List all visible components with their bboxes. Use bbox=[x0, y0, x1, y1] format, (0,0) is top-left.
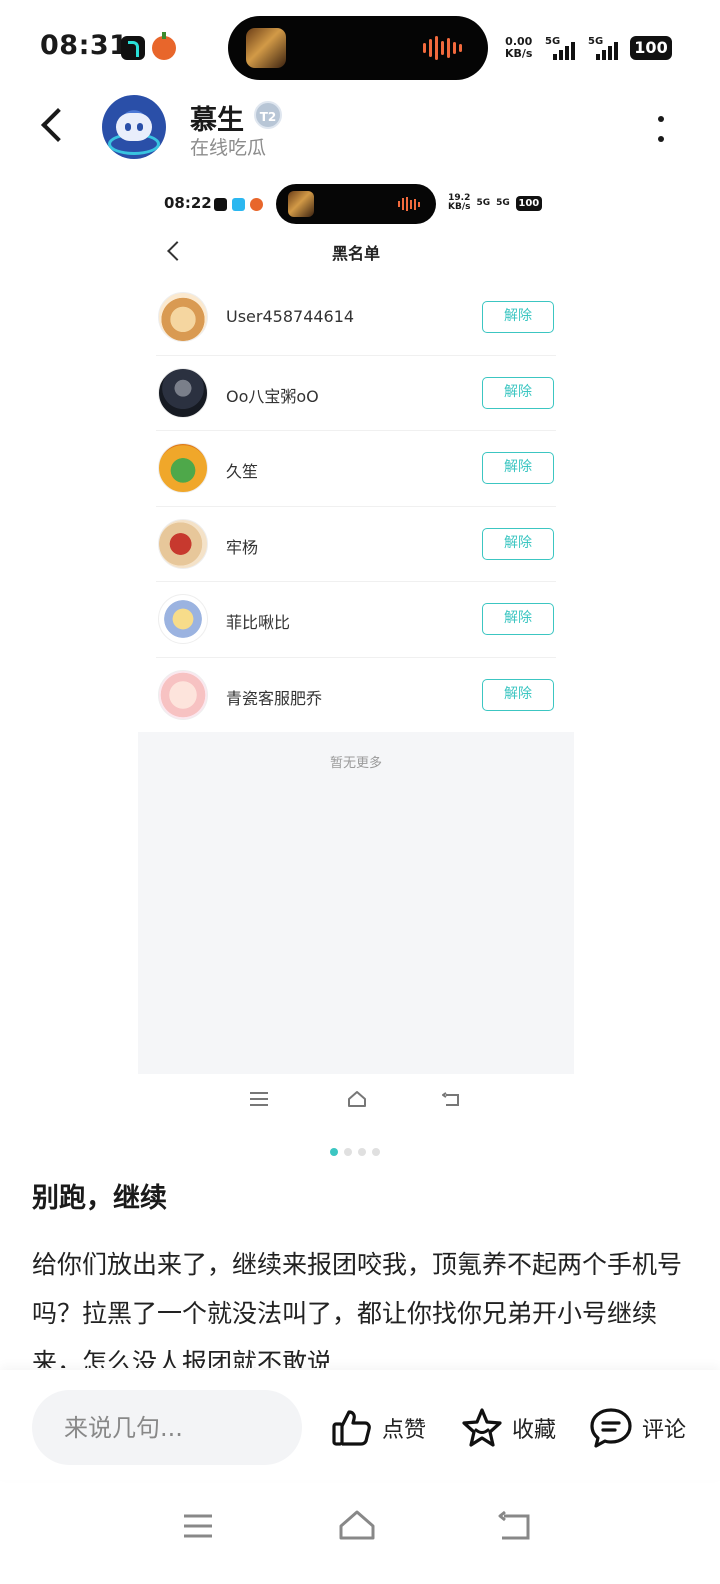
author-avatar[interactable] bbox=[102, 95, 166, 159]
action-bar: 点赞 收藏 评论 bbox=[0, 1370, 720, 1480]
comment-bubble-icon bbox=[590, 1408, 632, 1448]
post-image[interactable]: 08:22 19.2 KB/s 5G 5G 100 黑名单 User4587446… bbox=[138, 180, 574, 1120]
blocklist: User458744614 解除 Oo八宝粥oO 解除 久笙 解除 牢杨 解除 … bbox=[156, 280, 556, 734]
image-net-speed-unit: KB/s bbox=[448, 202, 471, 212]
blocked-user-avatar bbox=[158, 669, 208, 720]
favorite-label: 收藏 bbox=[512, 1418, 557, 1443]
image-pumpkin-icon bbox=[250, 198, 263, 211]
blocked-user-name: 菲比啾比 bbox=[226, 613, 291, 633]
tiktok-icon bbox=[121, 36, 145, 60]
no-more-text: 暂无更多 bbox=[329, 756, 382, 771]
image-dynamic-island bbox=[276, 184, 436, 224]
blocked-user-name: 青瓷客服肥乔 bbox=[226, 688, 323, 708]
signal-icon-1: 5G bbox=[545, 36, 583, 60]
like-label: 点赞 bbox=[382, 1418, 427, 1443]
album-art-icon bbox=[246, 28, 286, 68]
menu-icon[interactable] bbox=[182, 1512, 214, 1540]
home-icon[interactable] bbox=[337, 1508, 377, 1542]
image-home-icon bbox=[348, 1091, 366, 1107]
post-title: 别跑，继续 bbox=[32, 1183, 167, 1214]
battery-icon: 100 bbox=[630, 36, 672, 60]
unblock-button: 解除 bbox=[482, 603, 554, 636]
unblock-button: 解除 bbox=[482, 678, 554, 711]
back-button[interactable] bbox=[28, 100, 78, 154]
network-speed-unit: KB/s bbox=[505, 47, 533, 60]
comment-input[interactable] bbox=[32, 1390, 302, 1465]
unblock-button: 解除 bbox=[482, 452, 554, 485]
signal-icon-2: 5G bbox=[588, 36, 626, 60]
image-menu-icon bbox=[250, 1092, 268, 1106]
comment-button[interactable]: 评论 bbox=[588, 1406, 686, 1450]
image-signal-1: 5G bbox=[476, 198, 491, 208]
blocklist-row: Oo八宝粥oO 解除 bbox=[156, 356, 556, 432]
blocklist-row: 牢杨 解除 bbox=[156, 507, 556, 583]
return-icon[interactable] bbox=[496, 1510, 534, 1542]
blocklist-row: 久笙 解除 bbox=[156, 431, 556, 507]
blocklist-row: 青瓷客服肥乔 解除 bbox=[156, 658, 556, 734]
pager-dot bbox=[358, 1148, 366, 1156]
blocked-user-name: Oo八宝粥oO bbox=[226, 386, 319, 406]
star-icon bbox=[462, 1408, 502, 1447]
unblock-button: 解除 bbox=[482, 527, 554, 560]
image-battery-icon: 100 bbox=[515, 195, 542, 211]
image-tiktok-icon bbox=[214, 198, 227, 211]
unblock-button: 解除 bbox=[482, 376, 554, 409]
image-app-icon bbox=[232, 198, 245, 211]
network-speed: 0.00 KB/s bbox=[505, 36, 532, 60]
unblock-button: 解除 bbox=[482, 301, 554, 333]
pager-dot-active bbox=[330, 1148, 338, 1156]
blocked-user-avatar bbox=[158, 292, 208, 342]
blocklist-title: 黑名单 bbox=[331, 244, 380, 263]
dynamic-island[interactable] bbox=[228, 16, 488, 80]
blocklist-empty-area: 暂无更多 bbox=[138, 732, 574, 1074]
thumbs-up-icon bbox=[332, 1410, 371, 1446]
image-pager-dots bbox=[330, 1148, 380, 1156]
pager-dot bbox=[372, 1148, 380, 1156]
more-options-button[interactable] bbox=[648, 110, 674, 150]
like-button[interactable]: 点赞 bbox=[330, 1406, 426, 1450]
blocked-user-avatar bbox=[158, 594, 208, 645]
blocked-user-name: User458744614 bbox=[226, 307, 355, 326]
favorite-button[interactable]: 收藏 bbox=[460, 1406, 556, 1450]
image-net-speed: 19.2 KB/s bbox=[448, 194, 470, 212]
blocked-user-avatar bbox=[158, 518, 208, 569]
image-status-right: 19.2 KB/s 5G 5G 100 bbox=[448, 194, 542, 212]
pumpkin-app-icon bbox=[152, 32, 176, 60]
comment-label: 评论 bbox=[642, 1418, 687, 1443]
status-bar: 08:31 0.00 KB/s 5G 5G 100 bbox=[0, 0, 720, 96]
author-name[interactable]: 慕生 bbox=[190, 98, 244, 137]
blocked-user-name: 牢杨 bbox=[226, 537, 259, 557]
status-time: 08:31 bbox=[40, 30, 129, 61]
blocked-user-avatar bbox=[158, 367, 208, 418]
level-badge-icon: T2 bbox=[254, 101, 282, 129]
audio-wave-icon bbox=[423, 36, 462, 60]
image-status-time: 08:22 bbox=[164, 194, 212, 212]
blocked-user-avatar bbox=[158, 443, 208, 494]
blocked-user-name: 久笙 bbox=[226, 462, 259, 482]
author-status: 在线吃瓜 bbox=[190, 137, 267, 159]
blocklist-row: User458744614 解除 bbox=[156, 280, 556, 356]
image-nav-bar bbox=[138, 1080, 574, 1120]
system-nav-bar bbox=[0, 1480, 720, 1584]
image-signal-2: 5G bbox=[496, 198, 510, 208]
post-body: 给你们放出来了，继续来报团咬我，顶氪养不起两个手机号吗？拉黑了一个就没法叫了，都… bbox=[32, 1250, 683, 1368]
blocklist-row: 菲比啾比 解除 bbox=[156, 582, 556, 658]
pager-dot bbox=[344, 1148, 352, 1156]
image-return-icon bbox=[442, 1092, 459, 1106]
